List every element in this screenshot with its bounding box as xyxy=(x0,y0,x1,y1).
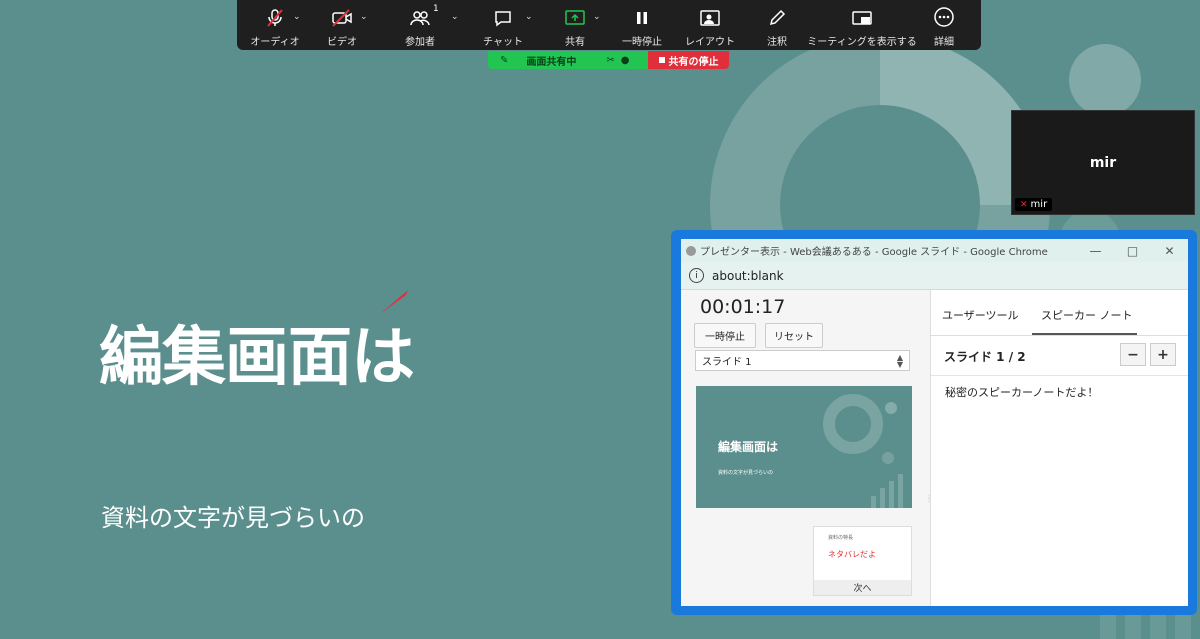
show-meeting-button[interactable]: ミーティングを表示する xyxy=(807,0,917,50)
more-button[interactable]: 詳細 xyxy=(927,0,961,50)
chat-options-chevron-icon[interactable]: ⌄ xyxy=(525,12,533,22)
stop-share-label: 共有の停止 xyxy=(668,56,719,68)
maximize-button[interactable]: □ xyxy=(1114,239,1151,262)
presenter-tabs: ユーザーツール スピーカー ノート xyxy=(931,290,1188,336)
globe-icon xyxy=(686,245,696,256)
close-button[interactable]: ✕ xyxy=(1151,239,1188,262)
address-bar[interactable]: i about:blank xyxy=(681,262,1188,290)
meeting-toolbar: オーディオ ⌄ ビデオ ⌄ 参加者 1 ⌄ チャット ⌄ 共有 ⌄ 一時停止 レ… xyxy=(237,0,981,50)
presenter-view-window: プレゼンター表示 - Web会議あるある - Google スライド - Goo… xyxy=(681,239,1188,606)
participants-button[interactable]: 参加者 xyxy=(392,0,448,50)
camera-off-icon xyxy=(331,0,353,28)
video-button[interactable]: ビデオ xyxy=(317,0,367,50)
decrease-font-button[interactable]: − xyxy=(1120,343,1146,366)
window-titlebar: プレゼンター表示 - Web会議あるある - Google スライド - Goo… xyxy=(681,239,1188,262)
presenter-left-pane: 00:01:17 一時停止 リセット スライド 1 ▲ ▼ 編集画面は 資料の文字… xyxy=(681,290,931,606)
pause-icon xyxy=(632,0,652,28)
next-slide-text: ネタバレだよ xyxy=(828,550,876,559)
share-options-chevron-icon[interactable]: ⌄ xyxy=(593,12,601,22)
pause-timer-button[interactable]: 一時停止 xyxy=(694,323,756,348)
current-slide-thumbnail[interactable]: 編集画面は 資料の文字が見づらいの xyxy=(696,386,912,508)
sharing-status: ✎ 画面共有中 ✂ ● xyxy=(488,51,648,69)
chat-button[interactable]: チャット xyxy=(477,0,529,50)
red-accent-mark-icon xyxy=(380,290,408,314)
microphone-muted-icon xyxy=(265,0,285,28)
tab-user-tools[interactable]: ユーザーツール xyxy=(942,307,1019,323)
stop-share-button[interactable]: 共有の停止 xyxy=(648,51,729,69)
speaker-note-text: 秘密のスピーカーノートだよ！ xyxy=(945,386,1099,399)
address-text: about:blank xyxy=(712,268,784,283)
presenter-right-pane: ユーザーツール スピーカー ノート スライド 1 / 2 − + 秘密のスピーカ… xyxy=(931,290,1188,606)
notes-divider xyxy=(931,375,1188,376)
window-title: プレゼンター表示 - Web会議あるある - Google スライド - Goo… xyxy=(700,247,1048,258)
next-slide-preview[interactable]: 資料の特長 ネタバレだよ 次へ xyxy=(813,526,912,596)
increase-font-button[interactable]: + xyxy=(1150,343,1176,366)
participants-icon xyxy=(409,0,431,28)
annotate-button[interactable]: 注釈 xyxy=(757,0,797,50)
info-icon[interactable]: i xyxy=(689,268,704,283)
participant-tag-label: mir xyxy=(1030,199,1048,210)
next-slide-heading: 資料の特長 xyxy=(828,535,854,541)
mic-muted-icon: ✕ xyxy=(1020,199,1028,210)
next-button-label: 次へ xyxy=(853,584,872,594)
thumb-slide-title: 編集画面は xyxy=(718,440,779,454)
participant-name-tag: ✕ mir xyxy=(1015,198,1053,211)
reset-timer-button[interactable]: リセット xyxy=(765,323,823,348)
audio-button[interactable]: オーディオ xyxy=(249,0,301,50)
more-icon xyxy=(933,0,955,28)
active-tab-indicator xyxy=(1032,333,1137,335)
audio-options-chevron-icon[interactable]: ⌄ xyxy=(293,12,301,22)
participant-name: mir xyxy=(1089,155,1117,171)
sharing-label: 画面共有中 xyxy=(526,56,577,68)
stop-icon xyxy=(658,57,665,63)
chat-icon xyxy=(493,0,513,28)
slide-title: 編集画面は xyxy=(99,321,415,395)
participant-count-badge: 1 xyxy=(433,4,439,14)
screen-share-status-bar: ✎ 画面共有中 ✂ ● 共有の停止 xyxy=(488,51,729,69)
pane-resize-handle[interactable]: :: xyxy=(928,494,930,504)
microphone-icon: ✎ xyxy=(500,54,509,66)
participants-options-chevron-icon[interactable]: ⌄ xyxy=(451,12,459,22)
show-meeting-icon xyxy=(851,0,873,28)
layout-icon xyxy=(699,0,721,28)
thumb-slide-subtitle: 資料の文字が見づらいの xyxy=(718,470,774,476)
slide-select-value: スライド 1 xyxy=(702,357,752,368)
slide-counter: スライド 1 / 2 xyxy=(944,350,1026,364)
select-arrows-icon: ▲ ▼ xyxy=(896,353,903,369)
pause-share-button[interactable]: 一時停止 xyxy=(617,0,667,50)
tab-speaker-notes[interactable]: スピーカー ノート xyxy=(1041,307,1133,323)
slide-subtitle: 資料の文字が見づらいの xyxy=(101,504,365,532)
minimize-button[interactable]: — xyxy=(1077,239,1114,262)
share-screen-icon xyxy=(564,0,586,28)
video-options-chevron-icon[interactable]: ⌄ xyxy=(360,12,368,22)
elapsed-timer: 00:01:17 xyxy=(700,296,786,318)
slide-select[interactable]: スライド 1 ▲ ▼ xyxy=(695,350,910,371)
annotate-pen-icon xyxy=(767,0,787,28)
mic-muted-icon[interactable]: ✂ xyxy=(606,55,614,66)
shield-icon: ● xyxy=(620,54,630,66)
layout-button[interactable]: レイアウト xyxy=(683,0,737,50)
next-slide-thumbnail: 資料の特長 ネタバレだよ xyxy=(814,527,911,580)
participant-video-tile[interactable]: mir ✕ mir xyxy=(1011,110,1195,215)
share-button[interactable]: 共有 xyxy=(552,0,598,50)
